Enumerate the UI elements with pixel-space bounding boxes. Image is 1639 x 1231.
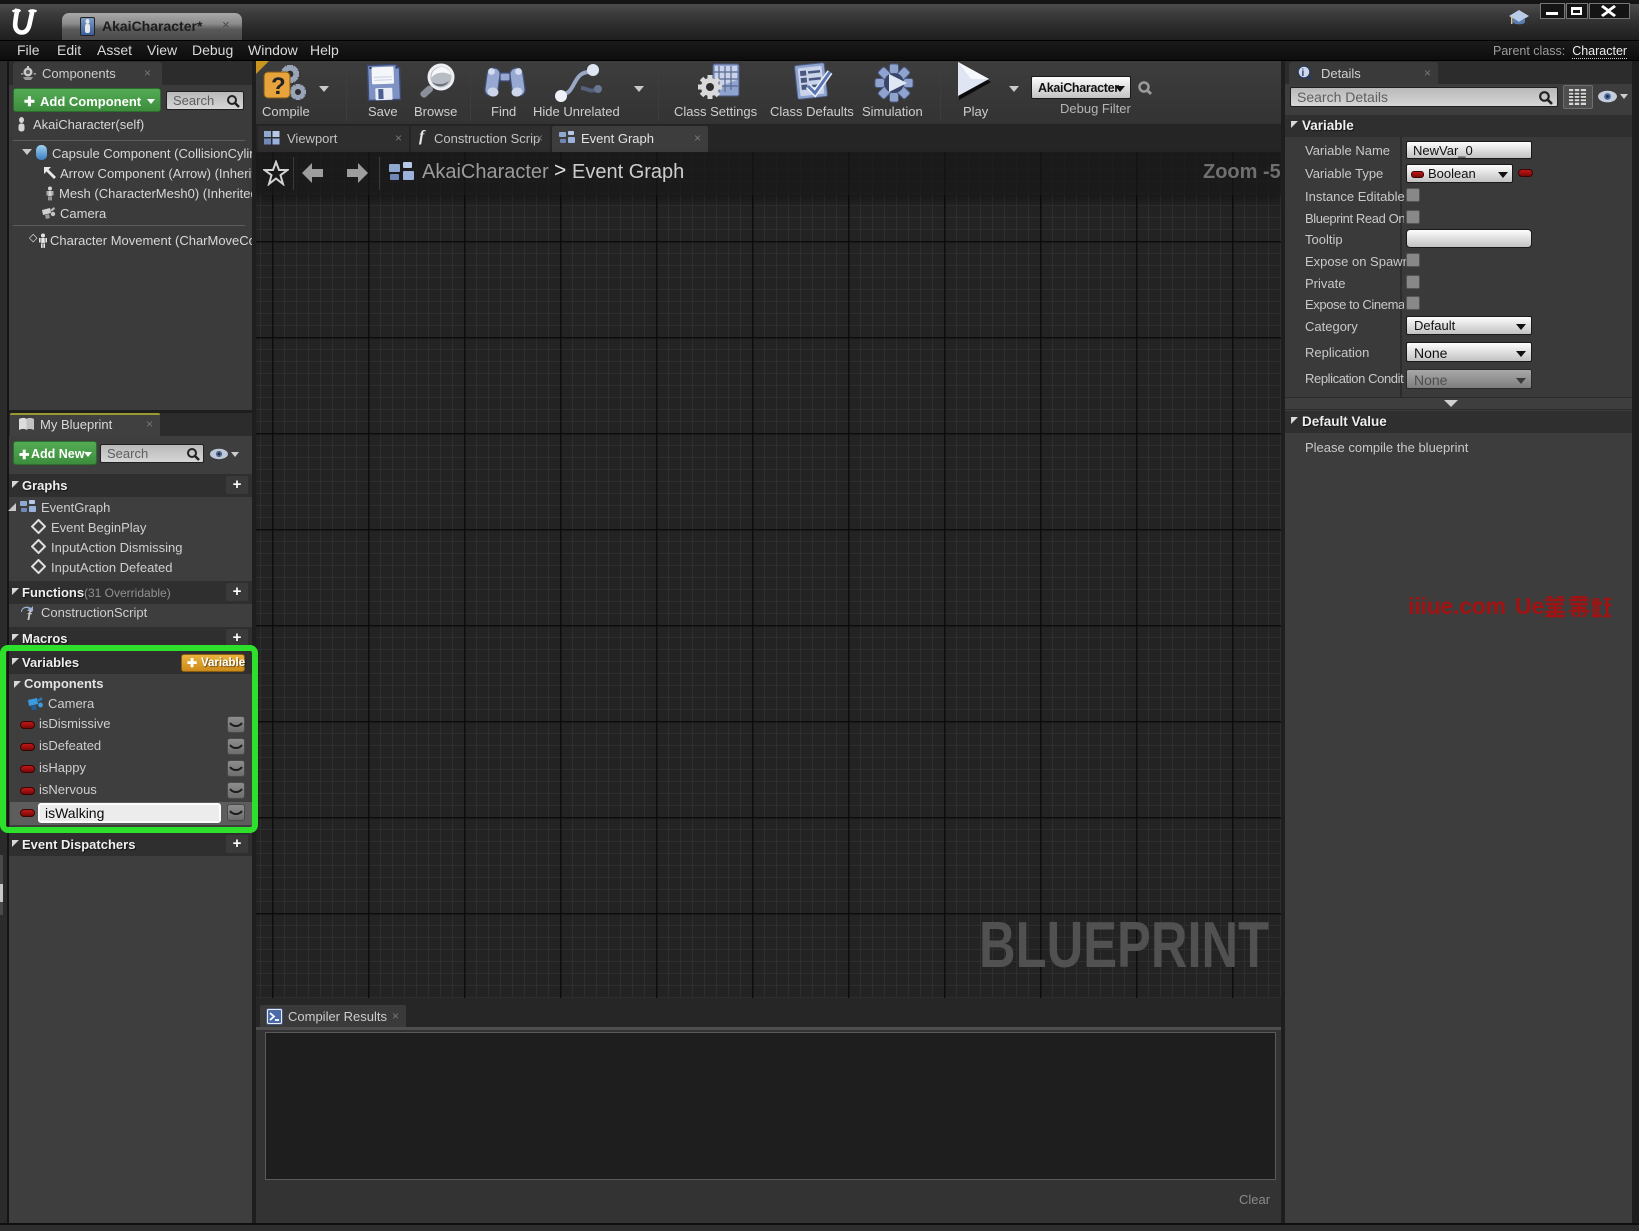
- svg-text:?: ?: [271, 73, 286, 100]
- svg-text:i: i: [1302, 68, 1305, 79]
